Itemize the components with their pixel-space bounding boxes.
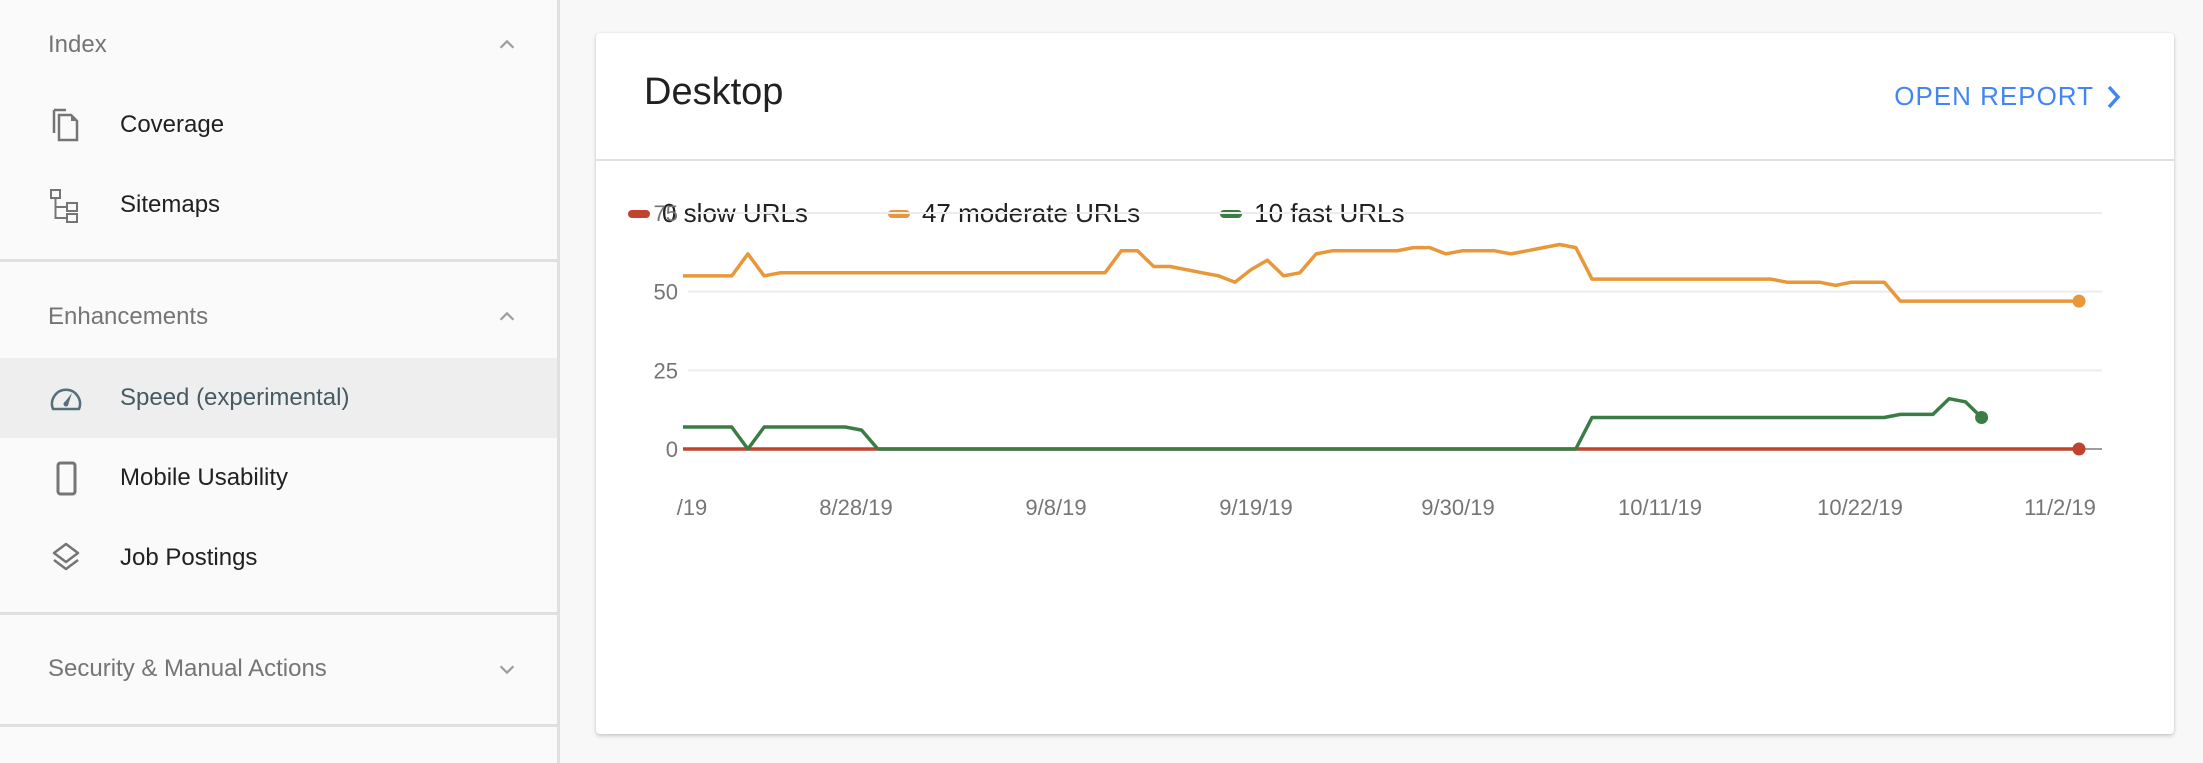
y-tick-label: 0: [666, 437, 678, 462]
divider: [0, 612, 557, 615]
section-index-header[interactable]: Index: [0, 15, 557, 75]
sitemaps-icon: [50, 189, 78, 223]
sidebar-item-speed[interactable]: Speed (experimental): [0, 358, 557, 438]
sidebar-nav: Index Coverage Sitemaps Enhancements Spe…: [0, 0, 560, 763]
series-end-point: [1975, 411, 1989, 425]
x-tick-label: 10/11/19: [1618, 495, 1702, 520]
y-tick-label: 50: [654, 280, 678, 305]
section-title: Index: [48, 31, 107, 58]
sidebar-item-label: Job Postings: [120, 544, 258, 571]
sidebar-item-job-postings[interactable]: Job Postings: [0, 518, 557, 598]
sidebar-item-label: Mobile Usability: [120, 464, 289, 491]
section-title: Security & Manual Actions: [48, 655, 327, 682]
section-security-header[interactable]: Security & Manual Actions: [0, 639, 557, 699]
coverage-icon: [52, 108, 79, 142]
mobile-phone-icon: [56, 461, 77, 496]
chevron-up-icon[interactable]: [496, 34, 518, 56]
series-line-fast-URLs: [683, 396, 1983, 451]
x-tick-label: 11/2/19: [2024, 495, 2096, 520]
sidebar-item-sitemaps[interactable]: Sitemaps: [0, 165, 557, 245]
section-title: Enhancements: [48, 303, 209, 330]
y-tick-label: 75: [654, 201, 678, 226]
desktop-speed-card: Desktop OPEN REPORT 0 slow URLs 47 moder…: [596, 33, 2174, 734]
x-tick-label: 8/28/19: [819, 495, 892, 520]
x-tick-label: 10/22/19: [1817, 495, 1903, 520]
y-tick-label: 25: [654, 358, 678, 383]
layers-icon: [52, 542, 80, 571]
speed-gauge-icon: [50, 388, 82, 411]
x-tick-label: 9/30/19: [1421, 495, 1494, 520]
chevron-down-icon[interactable]: [496, 658, 518, 680]
sidebar-item-label: Speed (experimental): [120, 384, 350, 411]
sidebar-item-mobile-usability[interactable]: Mobile Usability: [0, 438, 557, 518]
sidebar-item-coverage[interactable]: Coverage: [0, 85, 557, 165]
divider: [0, 259, 557, 262]
series-end-point: [2072, 294, 2086, 308]
series-end-point: [2072, 442, 2086, 456]
x-tick-label: /19: [677, 495, 708, 520]
line-chart: 0 25 50 75/19 8/28/19 9/8/19 9/19/19 9/30/19 10/…: [654, 201, 2102, 520]
x-tick-label: 9/8/19: [1025, 495, 1086, 520]
sidebar-item-label: Coverage: [120, 111, 225, 138]
chevron-up-icon[interactable]: [496, 306, 518, 328]
section-enhancements-header[interactable]: Enhancements: [0, 287, 557, 347]
divider: [0, 724, 557, 727]
sidebar-item-label: Sitemaps: [120, 191, 221, 218]
x-tick-label: 9/19/19: [1219, 495, 1292, 520]
